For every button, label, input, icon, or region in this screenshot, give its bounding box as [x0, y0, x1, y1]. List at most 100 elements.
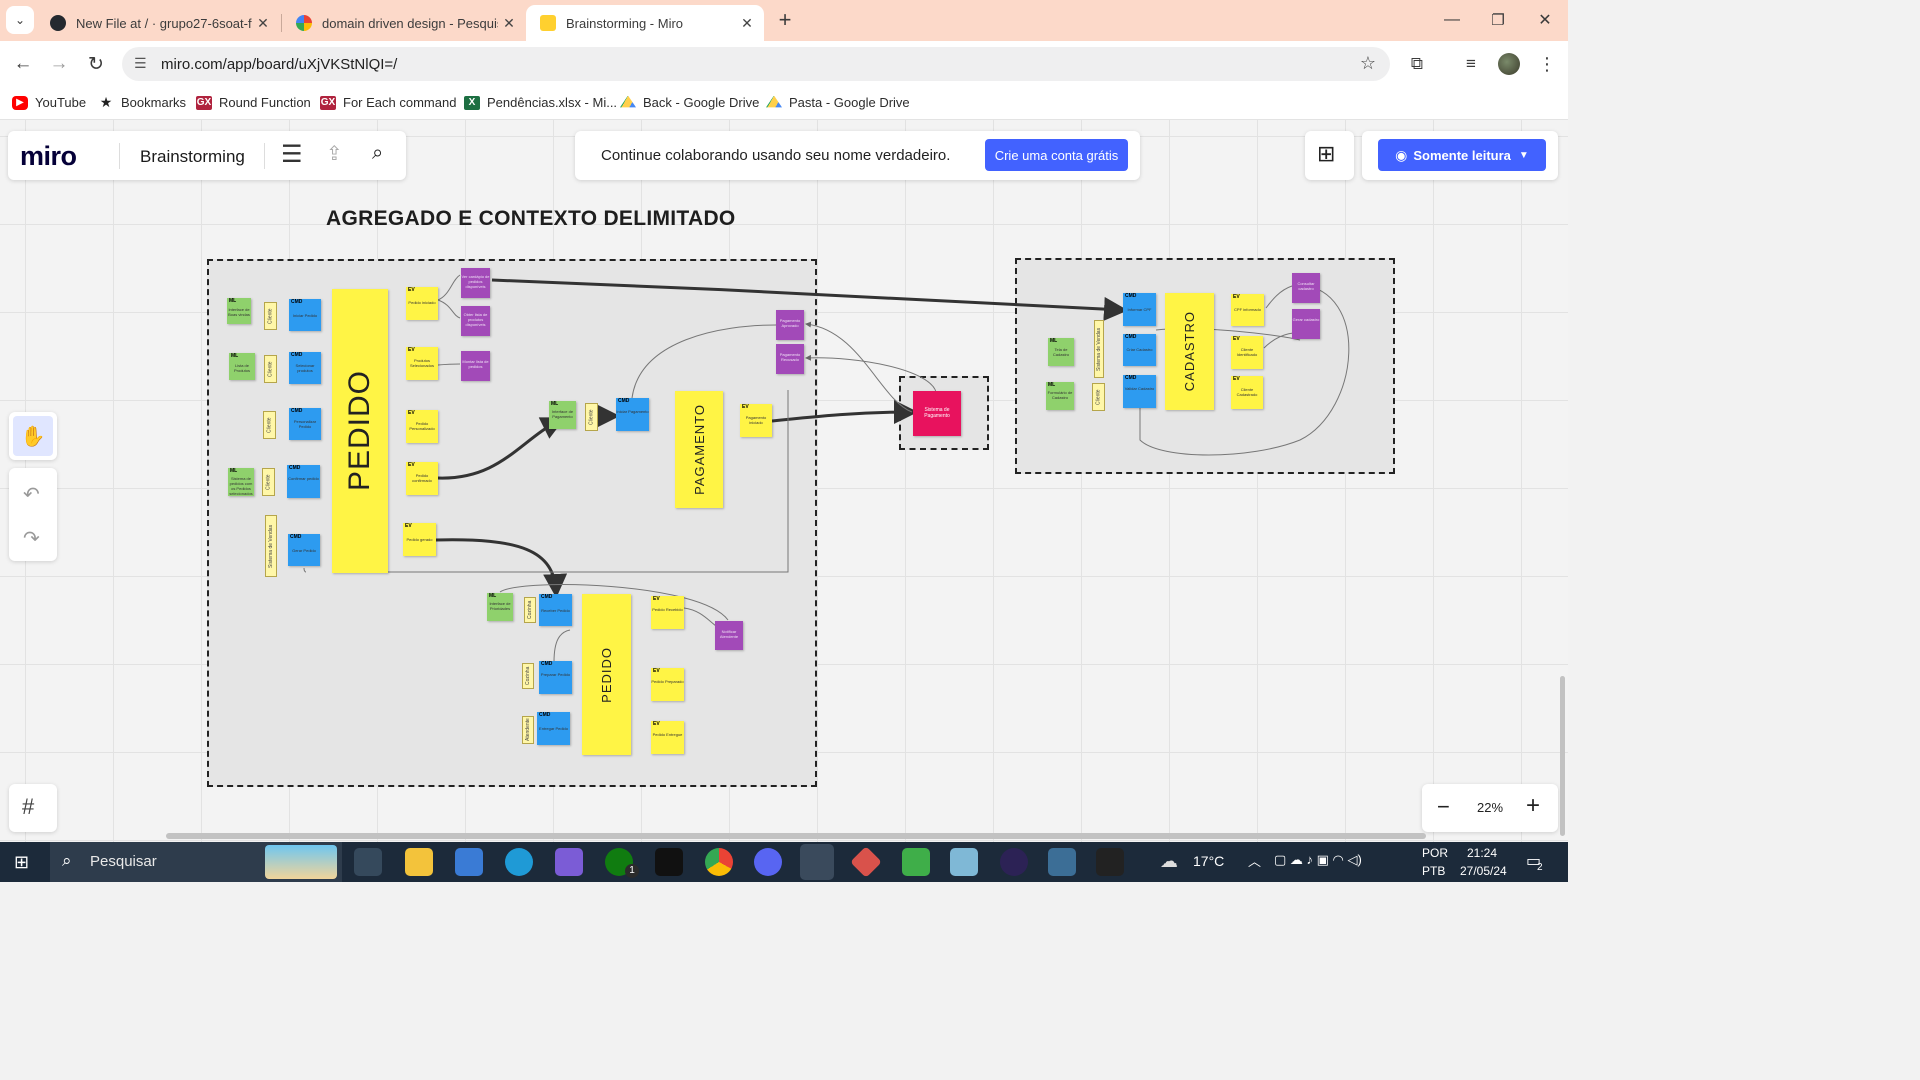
windows-start-icon[interactable]: ⊞ [14, 852, 29, 873]
tab-close-icon[interactable]: ✕ [498, 15, 520, 32]
new-tab-button[interactable]: + [770, 5, 800, 35]
note-actor[interactable]: Cliente [1092, 383, 1105, 411]
note-command[interactable]: CMD Iniciar Pagamento [616, 398, 649, 431]
miro-logo[interactable]: miro [20, 141, 77, 172]
language-primary[interactable]: POR [1422, 846, 1448, 860]
back-arrow-icon[interactable]: ← [8, 49, 38, 79]
tab-search-chevron-icon[interactable]: ⌄ [6, 6, 34, 34]
undo-icon[interactable]: ↶ [23, 482, 40, 507]
bookmark-back-drive[interactable]: Back - Google Drive [620, 95, 759, 110]
aggregate-pagamento[interactable]: PAGAMENTO [675, 391, 723, 508]
aggregate-pedido[interactable]: PEDIDO [332, 289, 388, 573]
zoom-in-button[interactable]: + [1526, 792, 1540, 820]
tab-close-icon[interactable]: ✕ [736, 15, 758, 32]
restore-window-icon[interactable]: ❐ [1483, 5, 1513, 35]
tab-google-search[interactable]: domain driven design - Pesquis ✕ [282, 5, 526, 41]
note-event[interactable]: EV Cliente Cadastrado [1231, 376, 1263, 409]
note-command[interactable]: CMD Gerar Pedido [288, 534, 320, 566]
tab-miro[interactable]: Brainstorming - Miro ✕ [526, 5, 764, 41]
note-policy[interactable]: Notificar Atendente [715, 621, 743, 650]
copilot-icon[interactable] [555, 848, 583, 876]
bookmark-star-icon[interactable]: ☆ [1360, 53, 1376, 74]
tray-icons[interactable]: ▢ ☁ ♪ ▣ ◠ ◁) [1274, 852, 1362, 868]
weather-temperature[interactable]: 17°C [1193, 853, 1224, 869]
bookmark-pasta-drive[interactable]: Pasta - Google Drive [766, 95, 910, 110]
browser-menu-icon[interactable]: ⋮ [1532, 49, 1562, 79]
note-policy[interactable]: Montar lista de pedidos [461, 351, 490, 381]
green-app-icon[interactable] [902, 848, 930, 876]
vertical-scrollbar[interactable] [1560, 676, 1565, 836]
chevron-up-icon[interactable]: ︿ [1248, 851, 1261, 870]
search-icon[interactable]: ⌕ [372, 142, 383, 165]
miro-board-canvas[interactable]: AGREGADO E CONTEXTO DELIMITADO PEDIDO ML… [0, 120, 1568, 842]
note-command[interactable]: CMD Entregar Pedido [537, 712, 570, 745]
extensions-icon[interactable]: ⧉ [1402, 49, 1432, 79]
mysql-icon[interactable] [1096, 848, 1124, 876]
board-name[interactable]: Brainstorming [140, 147, 245, 167]
note-event[interactable]: EV Pedido confirmado [406, 462, 438, 495]
tab-close-icon[interactable]: ✕ [252, 15, 274, 32]
clock-date[interactable]: 27/05/24 [1460, 864, 1507, 878]
note-policy[interactable]: Consultar cadastro [1292, 273, 1320, 303]
note-read-model[interactable]: ML Interface de Pagamento [549, 401, 576, 429]
note-read-model[interactable]: ML Sistema de pedidos com os Pedidos sele… [228, 468, 254, 496]
bookmark-youtube[interactable]: ▶ YouTube [12, 95, 86, 110]
media-control-icon[interactable]: ≡ [1456, 49, 1486, 79]
share-upload-icon[interactable]: ⇪ [326, 141, 343, 166]
note-actor[interactable]: Cliente [585, 403, 598, 431]
file-explorer-icon[interactable] [405, 848, 433, 876]
note-actor[interactable]: Sistema de Vendas [265, 515, 277, 577]
note-event[interactable]: EV Pedido iniciado [406, 287, 438, 320]
note-command[interactable]: CMD Criar Cadastro [1123, 334, 1156, 366]
note-event[interactable]: EV Pedido Entregue [651, 721, 684, 754]
note-actor[interactable]: Atendente [522, 716, 534, 744]
note-event[interactable]: EV Pedido gerado [403, 523, 436, 556]
note-command[interactable]: CMD Validar Cadastro [1123, 375, 1156, 408]
note-actor[interactable]: Sistema de Vendas [1094, 320, 1104, 378]
note-policy[interactable]: Gerar cadastro [1292, 309, 1320, 339]
note-read-model[interactable]: ML Interface de Prioridades [487, 593, 513, 621]
aggregate-cadastro[interactable]: CADASTRO [1165, 293, 1214, 410]
clock-time[interactable]: 21:24 [1467, 846, 1497, 860]
reload-icon[interactable]: ↻ [81, 49, 111, 79]
language-secondary[interactable]: PTB [1422, 864, 1445, 878]
aggregate-pedido-cozinha[interactable]: PEDIDO [582, 594, 631, 755]
edge-icon[interactable] [505, 848, 533, 876]
note-actor[interactable]: Cozinha [522, 663, 534, 689]
note-actor[interactable]: Cliente [263, 411, 276, 439]
profile-avatar[interactable] [1494, 49, 1524, 79]
note-command[interactable]: CMD Confirmar pedido [287, 465, 320, 498]
zoom-level[interactable]: 22% [1477, 800, 1503, 815]
site-settings-icon[interactable]: ☰ [134, 55, 147, 72]
note-actor[interactable]: Cliente [264, 355, 277, 383]
eclipse-icon[interactable] [1000, 848, 1028, 876]
note-external-system[interactable]: Sistema de Pagamento [913, 391, 961, 436]
bookmark-pendencias[interactable]: X Pendências.xlsx - Mi... [464, 95, 617, 110]
postman-icon[interactable] [950, 848, 978, 876]
address-bar[interactable]: ☰ miro.com/app/board/uXjVKStNlQI=/ ☆ [122, 47, 1390, 81]
note-event[interactable]: EV Pagamento iniciado [740, 404, 772, 437]
git-icon[interactable] [850, 846, 882, 878]
main-menu-icon[interactable]: ☰ [281, 140, 303, 169]
note-actor[interactable]: Cliente [262, 468, 275, 496]
frames-icon[interactable]: # [22, 794, 34, 820]
chrome-active-icon[interactable] [800, 844, 834, 880]
minimize-window-icon[interactable]: — [1437, 5, 1467, 35]
chrome-icon[interactable] [705, 848, 733, 876]
note-command[interactable]: CMD Receber Pedido [539, 594, 572, 626]
note-read-model[interactable]: ML Interface de Boas vindas [227, 298, 251, 324]
sql-icon[interactable] [1048, 848, 1076, 876]
forward-arrow-icon[interactable]: → [44, 49, 74, 79]
apps-grid-icon[interactable]: ⊞ [1317, 141, 1335, 167]
close-window-icon[interactable]: ✕ [1530, 5, 1560, 35]
taskbar-search-box[interactable]: ⌕ Pesquisar [50, 842, 342, 882]
note-event[interactable]: EV Pedido Recebido [651, 596, 684, 629]
note-event[interactable]: EV Pedido Preparado [651, 668, 684, 701]
hand-tool-icon[interactable]: ✋ [13, 416, 53, 456]
note-event[interactable]: EV CPF informado [1231, 294, 1264, 326]
discord-icon[interactable] [754, 848, 782, 876]
note-read-model[interactable]: ML Formulário de Cadastro [1046, 382, 1074, 410]
note-event[interactable]: EV Cliente Identificado [1231, 336, 1263, 369]
note-command[interactable]: CMD Selecionar produtos [289, 352, 321, 384]
note-command[interactable]: CMD Personalizar Pedido [289, 408, 321, 440]
